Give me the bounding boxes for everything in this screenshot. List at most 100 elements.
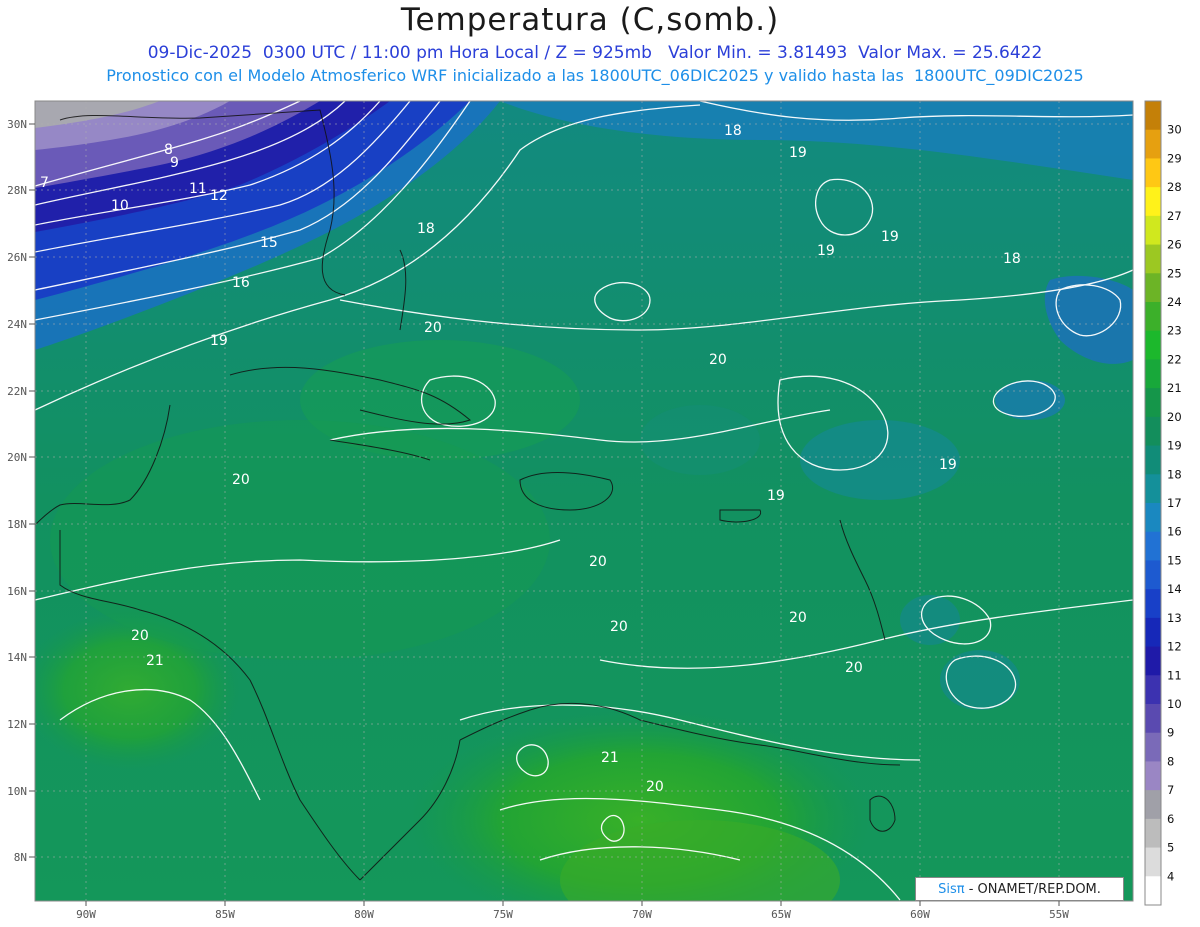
colorbar-label: 20 (1167, 410, 1182, 424)
colorbar-swatch (1145, 273, 1161, 303)
lat-tick-label: 14N (7, 651, 27, 664)
colorbar-swatch (1145, 617, 1161, 648)
contour-label: 18 (724, 123, 742, 139)
colorbar-swatch (1145, 732, 1161, 762)
contour-label: 10 (111, 198, 129, 214)
lat-tick-label: 8N (14, 851, 27, 864)
contour-label: 20 (646, 779, 664, 795)
contour-label: 18 (417, 221, 435, 237)
lat-tick-label: 30N (7, 118, 27, 131)
sispi-logo: Sisπ (938, 881, 965, 897)
colorbar-label: 10 (1167, 697, 1182, 711)
lat-tick-label: 18N (7, 518, 27, 531)
lat-tick-label: 12N (7, 718, 27, 731)
colorbar-swatch (1145, 158, 1161, 188)
colorbar-label: 9 (1167, 726, 1174, 740)
contour-label: 21 (146, 653, 164, 669)
colorbar-swatch (1145, 560, 1161, 590)
colorbar-swatch (1145, 416, 1161, 447)
contour-label: 19 (789, 145, 807, 161)
colorbar-swatch (1145, 101, 1161, 131)
colorbar-label: 17 (1167, 496, 1182, 510)
contour-label: 19 (939, 457, 957, 473)
colorbar-swatch (1145, 445, 1161, 475)
colorbar-label: 14 (1167, 582, 1182, 596)
colorbar-label: 13 (1167, 611, 1182, 625)
contour-label: 19 (817, 243, 835, 259)
colorbar-swatch (1145, 818, 1161, 849)
lon-tick-label: 85W (215, 908, 235, 921)
contour-label: 20 (709, 352, 727, 368)
contour-label: 19 (767, 488, 785, 504)
contour-label: 19 (881, 229, 899, 245)
lat-tick-label: 10N (7, 785, 27, 798)
colorbar-label: 12 (1167, 640, 1182, 654)
colorbar-label: 23 (1167, 324, 1182, 338)
colorbar-label: 22 (1167, 352, 1182, 366)
lat-tick-label: 20N (7, 451, 27, 464)
colorbar-swatch (1145, 589, 1161, 619)
lon-tick-label: 75W (493, 908, 513, 921)
colorbar-label: 16 (1167, 525, 1182, 539)
lon-tick-label: 60W (910, 908, 930, 921)
colorbar-swatch (1145, 302, 1161, 332)
colorbar-swatch (1145, 675, 1161, 705)
colorbar-swatch (1145, 531, 1161, 561)
colorbar-label: 18 (1167, 467, 1182, 481)
contour-label: 20 (845, 660, 863, 676)
colorbar-swatch (1145, 646, 1161, 676)
colorbar-swatch (1145, 359, 1161, 389)
colorbar-label: 27 (1167, 209, 1182, 223)
contour-label: 20 (424, 320, 442, 336)
contour-label: 20 (589, 554, 607, 570)
colorbar-swatch (1145, 244, 1161, 274)
lon-tick-label: 70W (632, 908, 652, 921)
temperature-map: 7 8 9 10 11 12 15 16 18 18 18 19 19 19 1… (7, 100, 1182, 921)
colorbar-swatch (1145, 474, 1161, 504)
contour-label: 15 (260, 235, 278, 251)
lon-tick-label: 90W (76, 908, 96, 921)
colorbar-label: 11 (1167, 668, 1182, 682)
contour-label: 20 (131, 628, 149, 644)
colorbar-label: 25 (1167, 266, 1182, 280)
lat-tick-label: 22N (7, 385, 27, 398)
colorbar-label: 26 (1167, 238, 1182, 252)
contour-label: 21 (601, 750, 619, 766)
colorbar-swatch (1145, 330, 1161, 360)
colorbar-label: 30 (1167, 123, 1182, 137)
lat-tick-label: 28N (7, 184, 27, 197)
colorbar-label: 29 (1167, 151, 1182, 165)
contour-label: 19 (210, 333, 228, 349)
lat-tick-label: 24N (7, 318, 27, 331)
contour-label: 16 (232, 275, 250, 291)
colorbar-label: 5 (1167, 841, 1174, 855)
colorbar-label: 15 (1167, 553, 1182, 567)
colorbar-swatch (1145, 704, 1161, 734)
lon-tick-label: 65W (771, 908, 791, 921)
colorbar-label: 6 (1167, 812, 1174, 826)
colorbar-label: 8 (1167, 754, 1174, 768)
colorbar-label: 28 (1167, 180, 1182, 194)
contour-label: 12 (210, 188, 228, 204)
colorbar-swatch (1145, 187, 1161, 217)
colorbar-label: 19 (1167, 439, 1182, 453)
colorbar-swatch (1145, 876, 1161, 906)
contour-label: 20 (232, 472, 250, 488)
lat-tick-label: 26N (7, 251, 27, 264)
contour-label: 18 (1003, 251, 1021, 267)
colorbar-swatch (1145, 215, 1161, 246)
lat-tick-label: 16N (7, 585, 27, 598)
colorbar-swatch (1145, 388, 1161, 418)
lon-tick-label: 55W (1049, 908, 1069, 921)
contour-label: 20 (789, 610, 807, 626)
colorbar-swatch (1145, 847, 1161, 877)
colorbar: 30 29 28 27 26 25 24 23 22 21 20 19 18 17 16 15 14 13 12 11… (1145, 101, 1182, 906)
colorbar-swatch (1145, 790, 1161, 820)
colorbar-label: 24 (1167, 295, 1182, 309)
contour-label: 7 (40, 175, 49, 191)
colorbar-label: 4 (1167, 869, 1174, 883)
lon-tick-label: 80W (354, 908, 374, 921)
colorbar-label: 21 (1167, 381, 1182, 395)
colorbar-swatch (1145, 129, 1161, 159)
colorbar-swatch (1145, 503, 1161, 533)
